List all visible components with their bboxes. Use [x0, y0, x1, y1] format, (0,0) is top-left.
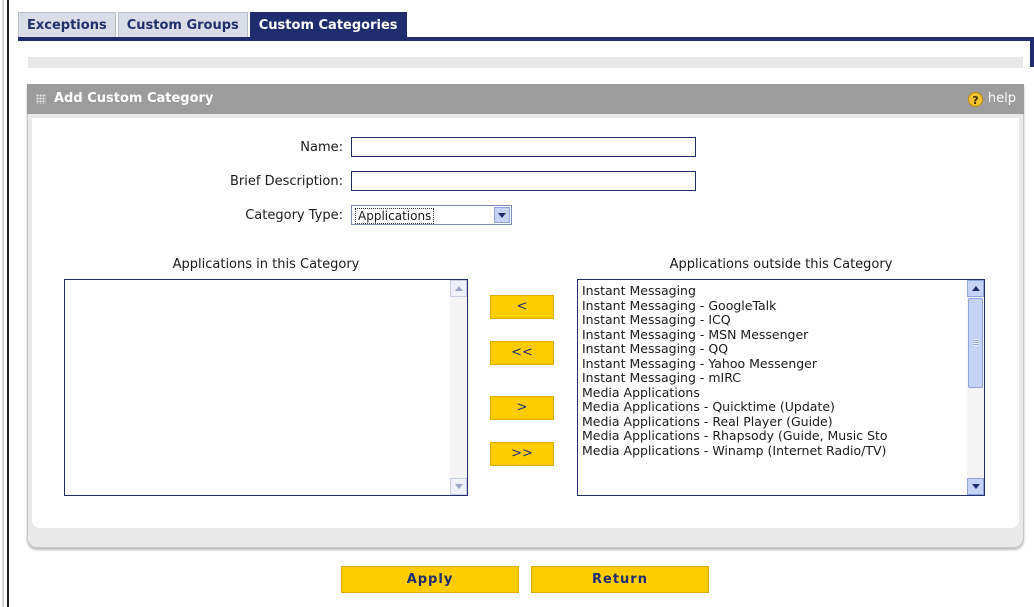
- name-label: Name:: [300, 140, 343, 155]
- grip-icon: [36, 94, 46, 104]
- list-item[interactable]: Media Applications - Rhapsody (Guide, Mu…: [582, 429, 964, 444]
- scroll-down-icon[interactable]: [967, 478, 984, 495]
- tab-bar: Exceptions Custom Groups Custom Categori…: [18, 12, 409, 38]
- list-item[interactable]: Instant Messaging - MSN Messenger: [582, 328, 964, 343]
- scroll-up-icon[interactable]: [967, 280, 984, 297]
- outside-category-list[interactable]: Instant Messaging Instant Messaging - Go…: [577, 279, 985, 496]
- scroll-thumb[interactable]: [968, 298, 983, 388]
- description-input[interactable]: [351, 171, 696, 191]
- apply-button[interactable]: Apply: [341, 566, 519, 593]
- return-button[interactable]: Return: [531, 566, 709, 593]
- list-item[interactable]: Media Applications - Real Player (Guide): [582, 415, 964, 430]
- list-item[interactable]: Instant Messaging - mIRC: [582, 371, 964, 386]
- list-item[interactable]: Instant Messaging - QQ: [582, 342, 964, 357]
- tab-custom-groups[interactable]: Custom Groups: [117, 12, 248, 38]
- panel-header: Add Custom Category ? help: [27, 84, 1024, 114]
- list-item[interactable]: Instant Messaging - GoogleTalk: [582, 299, 964, 314]
- tab-custom-categories[interactable]: Custom Categories: [249, 12, 407, 38]
- move-all-out-button[interactable]: >>: [490, 442, 554, 466]
- panel-title: Add Custom Category: [54, 91, 214, 106]
- tab-underline: [18, 37, 1034, 41]
- category-type-value: Applications: [355, 208, 435, 224]
- list-item[interactable]: Instant Messaging - Yahoo Messenger: [582, 357, 964, 372]
- category-type-label: Category Type:: [245, 208, 343, 223]
- list-item[interactable]: Instant Messaging - ICQ: [582, 313, 964, 328]
- inside-list-scrollbar[interactable]: [450, 280, 467, 495]
- help-icon: ?: [967, 91, 983, 107]
- move-selected-in-button[interactable]: <: [490, 295, 554, 319]
- chevron-down-icon[interactable]: [494, 207, 510, 223]
- category-type-select[interactable]: Applications: [351, 205, 512, 225]
- list-item[interactable]: Media Applications - Quicktime (Update): [582, 400, 964, 415]
- tab-exceptions[interactable]: Exceptions: [18, 12, 116, 38]
- description-label: Brief Description:: [229, 174, 343, 189]
- help-label: help: [987, 91, 1016, 106]
- outside-category-options: Instant Messaging Instant Messaging - Go…: [582, 284, 964, 458]
- outside-list-title: Applications outside this Category: [669, 257, 893, 272]
- move-all-in-button[interactable]: <<: [490, 341, 554, 365]
- move-selected-out-button[interactable]: >: [490, 396, 554, 420]
- name-input[interactable]: [351, 137, 696, 157]
- list-item[interactable]: Instant Messaging: [582, 284, 964, 299]
- window-frame-edge: [0, 0, 9, 607]
- inside-list-title: Applications in this Category: [172, 257, 360, 272]
- outside-list-scrollbar[interactable]: [967, 280, 984, 495]
- toolbar-strip: [28, 57, 1023, 68]
- scroll-down-icon[interactable]: [450, 478, 467, 495]
- list-item[interactable]: Media Applications - Winamp (Internet Ra…: [582, 444, 964, 459]
- inside-category-list[interactable]: [64, 279, 468, 496]
- scroll-up-icon[interactable]: [450, 280, 467, 297]
- list-item[interactable]: Media Applications: [582, 386, 964, 401]
- help-link[interactable]: ? help: [967, 84, 1016, 114]
- tab-frame-right-edge: [1030, 37, 1034, 67]
